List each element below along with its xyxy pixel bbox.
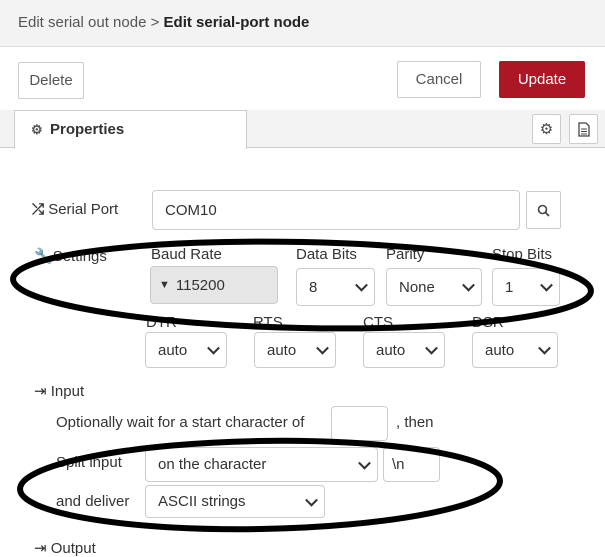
chevron-down-icon (540, 278, 553, 292)
cts-value: auto (376, 341, 406, 359)
breadcrumb-separator: > (146, 14, 164, 31)
sign-in-icon: ⇥ (34, 383, 47, 400)
cts-select[interactable]: auto (363, 332, 445, 368)
dsr-label: DSR (472, 314, 504, 331)
split-input-label: Split input (56, 454, 122, 471)
output-section-label: ⇥ Output (34, 540, 96, 557)
split-input-value: on the character (158, 456, 267, 473)
parity-value: None (399, 278, 435, 296)
gear-icon: ⚙ (539, 121, 554, 138)
delete-button[interactable]: Delete (18, 62, 84, 99)
info-tab-button[interactable] (569, 114, 598, 144)
input-section-label: ⇥ Input (34, 383, 85, 400)
chevron-down-icon (316, 341, 329, 355)
chevron-down-icon (358, 456, 371, 470)
serial-port-label: ⤮ Serial Port (32, 201, 119, 218)
split-char-input[interactable]: \n (383, 447, 440, 482)
update-button[interactable]: Update (499, 61, 585, 98)
dtr-value: auto (158, 341, 188, 359)
data-bits-value: 8 (309, 278, 318, 296)
dtr-label: DTR (146, 314, 177, 331)
search-icon (537, 204, 550, 217)
chevron-down-icon (425, 341, 438, 355)
chevron-down-icon (462, 278, 475, 292)
dsr-select[interactable]: auto (472, 332, 558, 368)
search-port-button[interactable] (526, 191, 561, 229)
deliver-value: ASCII strings (158, 493, 246, 510)
start-char-input[interactable] (331, 406, 388, 441)
settings-label: 🔧Settings (34, 248, 107, 265)
rts-select[interactable]: auto (254, 332, 336, 368)
chevron-down-icon (355, 278, 368, 292)
settings-tab-button[interactable]: ⚙ (532, 114, 561, 144)
dialog-header: Edit serial out node > Edit serial-port … (0, 0, 605, 47)
chevron-down-icon (207, 341, 220, 355)
wrench-icon: 🔧 (34, 248, 53, 265)
shuffle-icon: ⤮ (32, 201, 45, 218)
tab-properties[interactable]: ⚙ Properties (14, 110, 247, 149)
cts-label: CTS (363, 314, 393, 331)
then-text: , then (396, 414, 434, 431)
baud-rate-value: 115200 (175, 276, 225, 294)
baud-rate-label: Baud Rate (151, 246, 222, 263)
split-input-select[interactable]: on the character (145, 447, 378, 482)
data-bits-select[interactable]: 8 (296, 268, 375, 306)
document-icon (577, 121, 590, 137)
parity-label: Parity (386, 246, 425, 263)
breadcrumb-parent[interactable]: Edit serial out node (18, 14, 146, 31)
breadcrumb: Edit serial out node > Edit serial-port … (18, 14, 309, 31)
stop-bits-label: Stop Bits (492, 246, 553, 263)
cancel-button[interactable]: Cancel (397, 61, 481, 98)
rts-label: RTS (253, 314, 283, 331)
serial-port-input[interactable]: COM10 (152, 190, 520, 230)
baud-rate-combo[interactable]: ▼ 115200 (150, 266, 278, 304)
chevron-down-icon (538, 341, 551, 355)
dsr-value: auto (485, 341, 515, 359)
tab-properties-label: Properties (50, 121, 125, 138)
chevron-down-icon (305, 493, 318, 507)
dtr-select[interactable]: auto (145, 332, 227, 368)
gear-icon: ⚙ (31, 122, 43, 137)
caret-down-icon: ▼ (159, 279, 170, 291)
stop-bits-value: 1 (505, 278, 514, 296)
rts-value: auto (267, 341, 297, 359)
parity-select[interactable]: None (386, 268, 482, 306)
deliver-label: and deliver (56, 493, 130, 510)
page-title: Edit serial-port node (163, 14, 310, 31)
stop-bits-select[interactable]: 1 (492, 268, 560, 306)
deliver-select[interactable]: ASCII strings (145, 485, 325, 518)
start-char-text: Optionally wait for a start character of (56, 414, 305, 431)
data-bits-label: Data Bits (296, 246, 357, 263)
sign-out-icon: ⇥ (34, 540, 47, 557)
